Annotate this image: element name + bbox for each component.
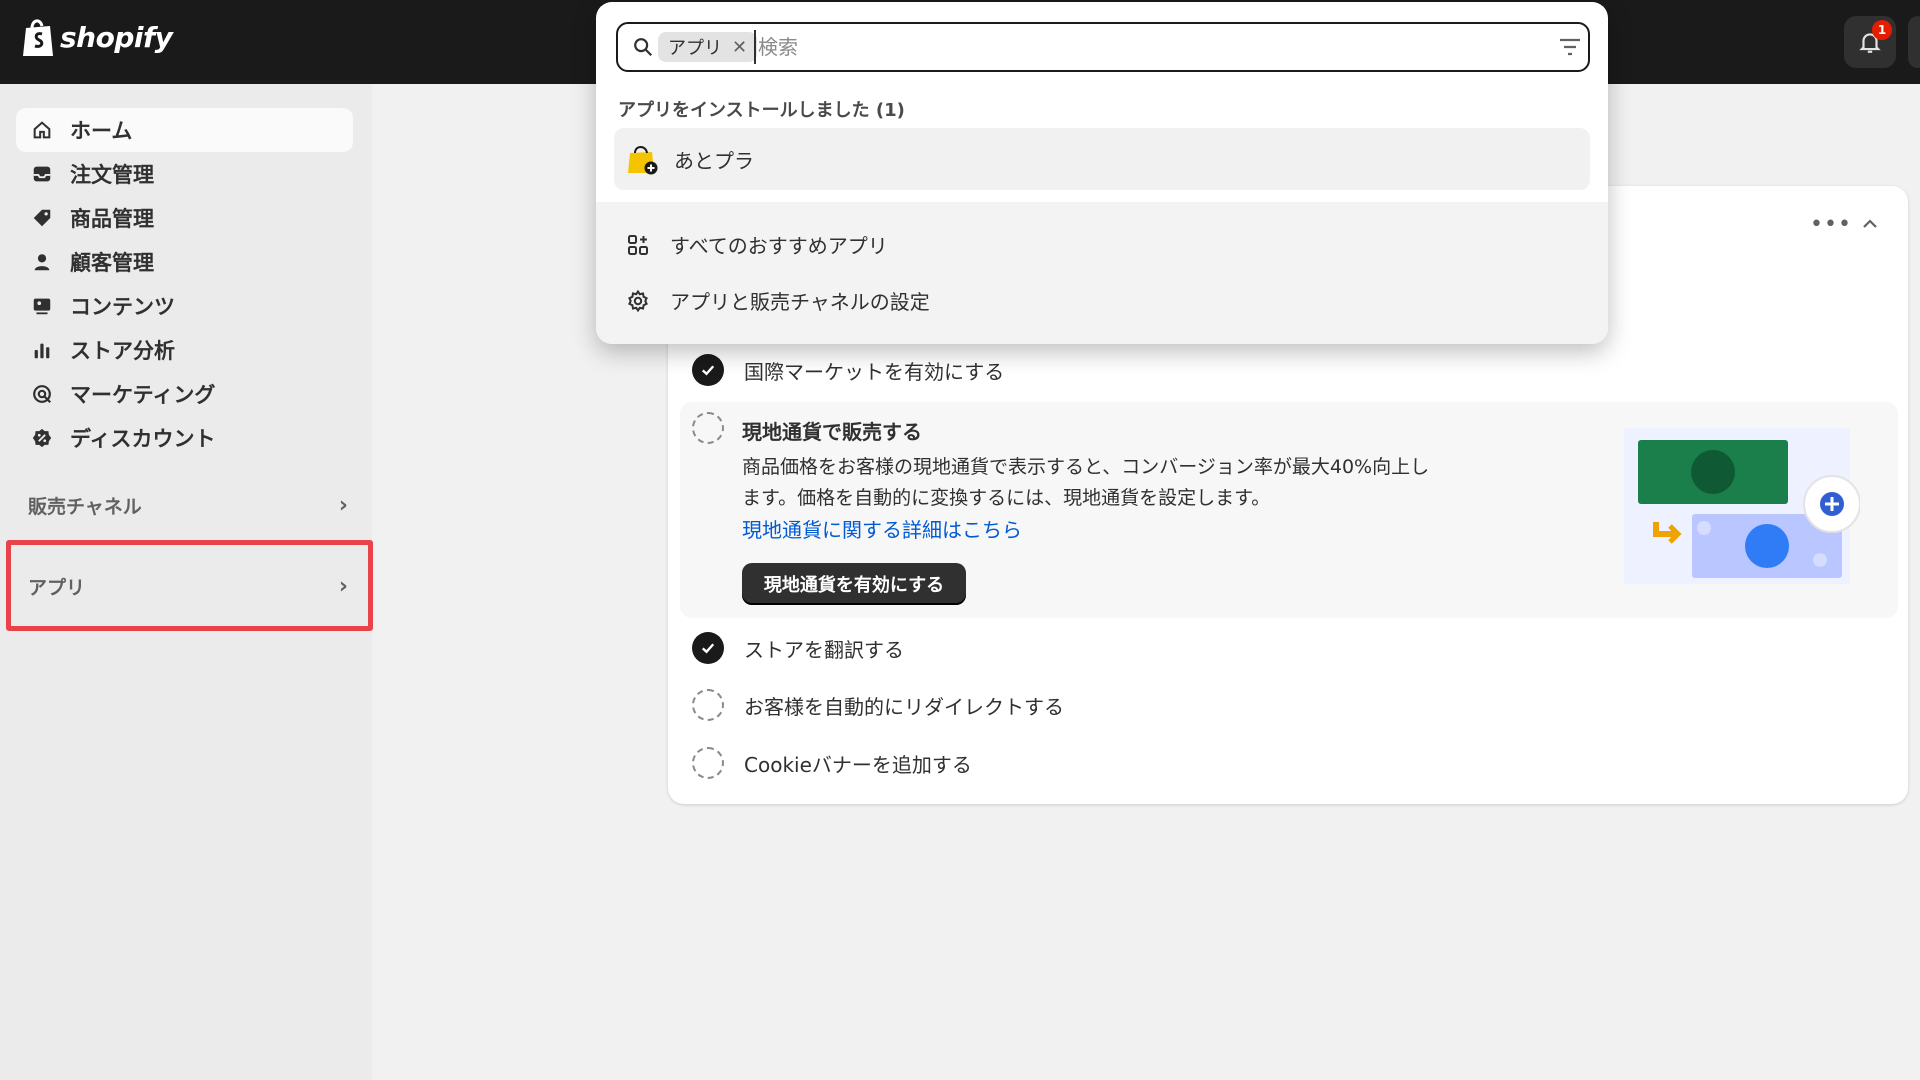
more-actions-button[interactable]: ••• — [1810, 212, 1852, 237]
link-label: アプリと販売チャネルの設定 — [670, 290, 930, 314]
apps-highlight-annotation — [6, 540, 373, 631]
search-dropdown: アプリ ✕ アプリをインストールしました (1) あとプラ すべてのおすすめアプ… — [596, 2, 1608, 344]
sidebar-item-label: ストア分析 — [70, 339, 175, 363]
installed-apps-title: アプリをインストールしました (1) — [618, 100, 905, 121]
chevron-right-icon: › — [338, 492, 348, 518]
installed-app-item[interactable]: あとプラ — [614, 128, 1590, 190]
incomplete-circle-icon — [692, 689, 724, 721]
sidebar-item-label: 商品管理 — [70, 207, 154, 231]
task-item[interactable]: 国際マーケットを有効にする — [692, 354, 1004, 386]
account-button[interactable] — [1908, 16, 1920, 68]
currency-illustration — [1624, 428, 1860, 584]
sidebar-item-analytics[interactable]: ストア分析 — [16, 328, 353, 372]
chip-label: アプリ — [668, 38, 722, 59]
inbox-icon — [30, 162, 54, 186]
learn-more-link[interactable]: 現地通貨に関する詳細はこちら — [742, 514, 1022, 543]
all-recommended-apps-link[interactable]: すべてのおすすめアプリ — [626, 230, 888, 259]
sidebar-item-label: 顧客管理 — [70, 251, 154, 275]
brand-name: shopify — [60, 20, 173, 54]
dropdown-footer — [596, 202, 1608, 344]
sidebar-item-customers[interactable]: 顧客管理 — [16, 240, 353, 284]
task-item[interactable]: ストアを翻訳する — [692, 632, 904, 664]
filter-icon[interactable] — [1558, 36, 1582, 58]
sidebar-section-sales-channels[interactable]: 販売チャネル › — [28, 485, 348, 525]
sidebar-item-label: コンテンツ — [70, 295, 175, 319]
enable-local-currency-button[interactable]: 現地通貨を有効にする — [742, 563, 966, 605]
sidebar-item-home[interactable]: ホーム — [16, 108, 353, 152]
content-icon — [30, 294, 54, 318]
task-label: ストアを翻訳する — [744, 637, 904, 662]
notifications-button[interactable]: 1 — [1844, 16, 1896, 68]
task-item[interactable]: Cookieバナーを追加する — [692, 747, 972, 779]
sidebar-item-orders[interactable]: 注文管理 — [16, 152, 353, 196]
checkmark-icon — [692, 354, 724, 386]
search-box[interactable]: アプリ ✕ — [616, 22, 1590, 72]
discount-icon — [30, 426, 54, 450]
task-item[interactable] — [692, 412, 724, 444]
task-label: Cookieバナーを追加する — [744, 752, 972, 777]
chevron-up-icon[interactable] — [1858, 212, 1882, 236]
sidebar-item-products[interactable]: 商品管理 — [16, 196, 353, 240]
sidebar-item-marketing[interactable]: マーケティング — [16, 372, 353, 416]
apps-grid-icon — [628, 234, 648, 255]
shopify-logo[interactable]: shopify — [20, 16, 173, 58]
active-task-title: 現地通貨で販売する — [742, 420, 922, 444]
person-icon — [30, 250, 54, 274]
active-task-description: 商品価格をお客様の現地通貨で表示すると、コンバージョン率が最大40%向上し ます… — [742, 452, 1512, 514]
sidebar-item-label: ホーム — [70, 119, 133, 143]
app-bag-icon — [628, 146, 658, 175]
search-input[interactable] — [754, 30, 1534, 64]
sidebar-item-label: ディスカウント — [70, 427, 216, 451]
active-task-description-line: 商品価格をお客様の現地通貨で表示すると、コンバージョン率が最大40%向上し — [742, 456, 1430, 478]
sidebar-section-label: 販売チャネル — [28, 495, 142, 518]
search-icon — [634, 38, 653, 57]
task-label: 国際マーケットを有効にする — [744, 359, 1005, 384]
tag-icon — [30, 206, 54, 230]
task-item[interactable]: お客様を自動的にリダイレクトする — [692, 689, 1064, 721]
sidebar-item-content[interactable]: コンテンツ — [16, 284, 353, 328]
incomplete-circle-icon — [692, 412, 724, 444]
sidebar-item-label: マーケティング — [70, 383, 216, 407]
gear-icon — [628, 289, 648, 312]
incomplete-circle-icon — [692, 747, 724, 779]
notification-badge: 1 — [1872, 20, 1892, 40]
apps-and-channels-settings-link[interactable]: アプリと販売チャネルの設定 — [626, 286, 930, 315]
app-name: あとプラ — [674, 148, 754, 173]
bar-chart-icon — [30, 338, 54, 362]
close-icon[interactable]: ✕ — [732, 37, 747, 58]
sidebar-item-label: 注文管理 — [70, 163, 154, 187]
shopify-bag-icon — [23, 19, 53, 56]
home-icon — [30, 118, 54, 142]
task-label: お客様を自動的にリダイレクトする — [744, 694, 1064, 719]
link-label: すべてのおすすめアプリ — [670, 234, 888, 258]
search-filter-chip[interactable]: アプリ ✕ — [658, 32, 758, 62]
checkmark-icon — [692, 632, 724, 664]
sidebar-item-discounts[interactable]: ディスカウント — [16, 416, 353, 460]
target-icon — [30, 382, 54, 406]
active-task-description-line: ます。価格を自動的に変換するには、現地通貨を設定します。 — [742, 487, 1271, 509]
